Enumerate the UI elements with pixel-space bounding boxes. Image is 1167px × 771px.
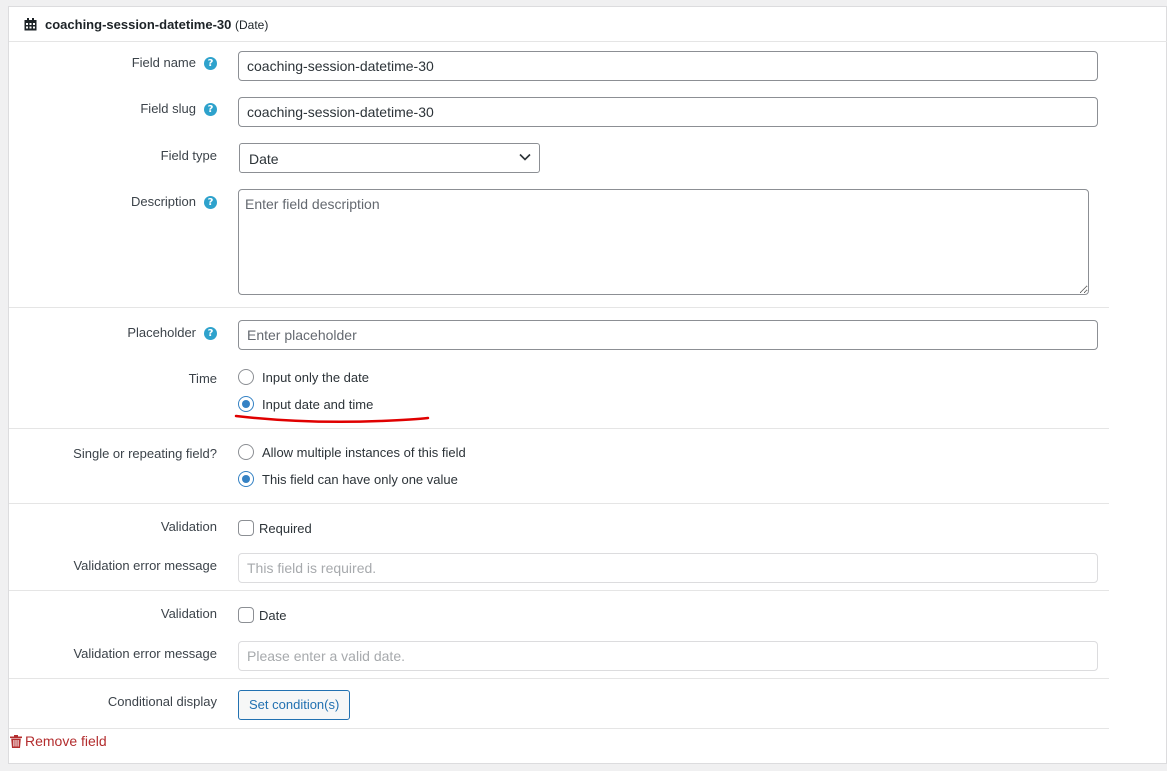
field-header-type: (Date) <box>235 18 269 32</box>
repeating-option-single[interactable]: This field can have only one value <box>238 471 458 487</box>
radio-multiple[interactable] <box>238 444 254 460</box>
field-slug-label-text: Field slug <box>140 101 196 116</box>
required-error-input[interactable] <box>238 553 1098 583</box>
time-option-date-only-label: Input only the date <box>262 370 369 385</box>
remove-field-link[interactable]: Remove field <box>10 733 107 749</box>
field-type-label: Field type <box>160 148 217 163</box>
date-checkbox[interactable] <box>238 607 254 623</box>
section-divider <box>9 307 1109 308</box>
field-slug-label: Field slug? <box>140 101 217 116</box>
section-divider <box>9 590 1109 591</box>
field-panel: coaching-session-datetime-30 (Date) Fiel… <box>8 6 1167 764</box>
time-label: Time <box>188 371 217 386</box>
time-option-date-only[interactable]: Input only the date <box>238 369 369 385</box>
section-divider <box>9 503 1109 504</box>
help-icon[interactable]: ? <box>204 57 217 70</box>
remove-field-label: Remove field <box>25 733 107 749</box>
radio-date-time[interactable] <box>238 396 254 412</box>
trash-icon <box>10 735 22 748</box>
validation-date-option[interactable]: Date <box>238 607 286 623</box>
description-textarea[interactable] <box>238 189 1089 295</box>
date-error-input[interactable] <box>238 641 1098 671</box>
set-conditions-button[interactable]: Set condition(s) <box>238 690 351 720</box>
field-type-selected-value: Date <box>249 151 279 167</box>
field-header[interactable]: coaching-session-datetime-30 (Date) <box>9 7 1167 42</box>
conditional-display-label: Conditional display <box>107 694 217 709</box>
section-divider <box>9 428 1109 429</box>
placeholder-label-text: Placeholder <box>127 325 196 340</box>
description-label: Description? <box>131 194 217 209</box>
validation-required-label: Validation <box>160 519 217 534</box>
radio-date-only[interactable] <box>238 369 254 385</box>
date-checkbox-label: Date <box>259 608 287 623</box>
validation-date-error-label: Validation error message <box>73 646 217 661</box>
required-checkbox-label: Required <box>259 521 312 536</box>
chevron-down-icon <box>519 153 531 161</box>
help-icon[interactable]: ? <box>204 103 217 116</box>
validation-required-error-label: Validation error message <box>73 558 217 573</box>
field-name-label-text: Field name <box>131 55 196 70</box>
repeating-option-single-label: This field can have only one value <box>262 472 458 487</box>
field-slug-input[interactable] <box>238 97 1098 127</box>
placeholder-input[interactable] <box>238 320 1098 350</box>
placeholder-label: Placeholder? <box>127 325 217 340</box>
description-label-text: Description <box>130 194 196 209</box>
repeating-option-multiple[interactable]: Allow multiple instances of this field <box>238 444 466 460</box>
section-divider <box>9 678 1109 679</box>
repeating-label: Single or repeating field? <box>73 446 217 461</box>
field-name-input[interactable] <box>238 51 1098 81</box>
field-header-title: coaching-session-datetime-30 <box>45 17 232 32</box>
required-checkbox[interactable] <box>238 520 254 536</box>
field-type-select[interactable]: Date <box>239 143 540 173</box>
help-icon[interactable]: ? <box>204 327 217 340</box>
repeating-option-multiple-label: Allow multiple instances of this field <box>262 445 466 460</box>
validation-date-label: Validation <box>160 606 217 621</box>
calendar-icon <box>24 18 37 31</box>
field-name-label: Field name? <box>132 55 217 70</box>
section-divider <box>9 728 1109 729</box>
time-option-date-time-label: Input date and time <box>262 397 374 412</box>
time-option-date-time[interactable]: Input date and time <box>238 396 373 412</box>
radio-single[interactable] <box>238 471 254 487</box>
validation-required-option[interactable]: Required <box>238 520 312 536</box>
help-icon[interactable]: ? <box>204 196 217 209</box>
